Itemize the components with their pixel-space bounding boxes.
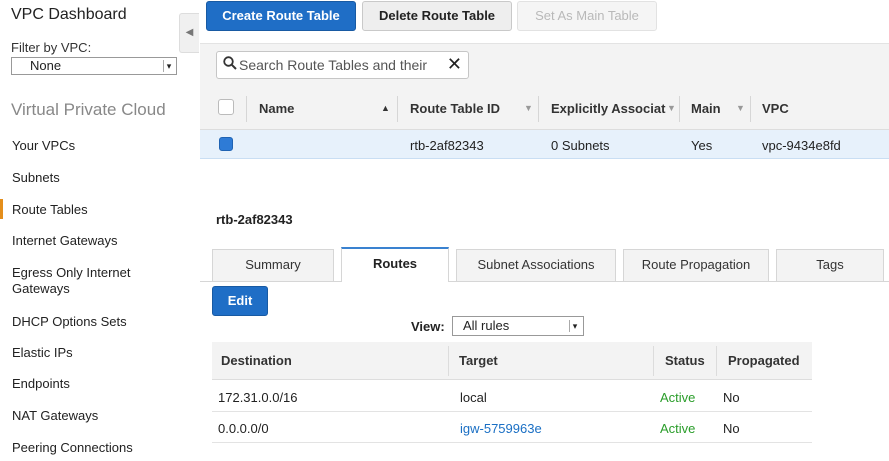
sort-ascending-icon[interactable]: ▲ <box>381 103 390 113</box>
sidebar-item-egress-only-internet-gateways[interactable]: Egress Only Internet Gateways <box>12 265 162 297</box>
column-header-destination: Destination <box>221 353 292 368</box>
tabs-baseline <box>200 281 889 282</box>
sidebar-item-internet-gateways[interactable]: Internet Gateways <box>12 233 118 248</box>
cell-main: Yes <box>691 138 713 153</box>
sidebar-item-subnets[interactable]: Subnets <box>12 170 60 185</box>
tab-summary[interactable]: Summary <box>212 249 334 281</box>
column-header-propagated: Propagated <box>728 353 800 368</box>
sidebar-item-endpoints[interactable]: Endpoints <box>12 376 70 391</box>
sidebar: VPC Dashboard Filter by VPC: None ▾ Virt… <box>0 0 200 461</box>
route-target-link[interactable]: igw-5759963e <box>460 421 542 436</box>
view-select-value: All rules <box>463 318 510 333</box>
sidebar-item-elastic-ips[interactable]: Elastic IPs <box>12 345 73 360</box>
search-input[interactable] <box>239 56 439 74</box>
column-divider <box>246 96 247 122</box>
cell-explicitly-associated: 0 Subnets <box>551 138 610 153</box>
clear-search-icon[interactable]: ✕ <box>447 54 462 75</box>
cell-route-table-id: rtb-2af82343 <box>410 138 484 153</box>
column-divider <box>538 96 539 122</box>
row-divider <box>212 411 812 412</box>
sort-icon[interactable]: ▼ <box>667 103 676 113</box>
column-header-target: Target <box>459 353 498 368</box>
column-header-route-table-id[interactable]: Route Table ID <box>410 101 500 116</box>
view-select[interactable]: All rules ▾ <box>452 316 584 336</box>
column-divider <box>750 96 751 122</box>
row-divider <box>212 442 812 443</box>
route-destination: 172.31.0.0/16 <box>218 390 298 405</box>
route-propagated: No <box>723 390 740 405</box>
select-all-checkbox[interactable] <box>218 99 234 115</box>
route-status-badge: Active <box>660 390 696 405</box>
sidebar-item-route-tables[interactable]: Route Tables <box>12 202 88 217</box>
sidebar-item-peering-connections[interactable]: Peering Connections <box>12 440 133 455</box>
routes-table-header <box>212 342 812 380</box>
column-divider <box>448 346 449 376</box>
tab-subnet-associations[interactable]: Subnet Associations <box>456 249 616 281</box>
tab-tags[interactable]: Tags <box>776 249 884 281</box>
filter-by-vpc-label: Filter by VPC: <box>11 40 92 55</box>
search-icon <box>223 56 237 75</box>
tab-route-propagation[interactable]: Route Propagation <box>623 249 769 281</box>
route-destination: 0.0.0.0/0 <box>218 421 269 436</box>
edit-button[interactable]: Edit <box>212 286 268 316</box>
sort-icon[interactable]: ▼ <box>736 103 745 113</box>
column-header-main[interactable]: Main <box>691 101 721 116</box>
sidebar-item-nat-gateways[interactable]: NAT Gateways <box>12 408 98 423</box>
chevron-down-icon: ▾ <box>163 60 174 72</box>
chevron-left-icon: ◀ <box>185 27 194 38</box>
detail-title: rtb-2af82343 <box>216 212 293 227</box>
sidebar-item-your-vpcs[interactable]: Your VPCs <box>12 138 75 153</box>
column-divider <box>653 346 654 376</box>
column-divider <box>679 96 680 122</box>
tab-routes[interactable]: Routes <box>341 247 449 282</box>
search-box[interactable]: ✕ <box>216 51 469 79</box>
row-checkbox[interactable] <box>219 137 233 151</box>
route-status-badge: Active <box>660 421 696 436</box>
set-as-main-table-button[interactable]: Set As Main Table <box>517 1 657 31</box>
column-header-name[interactable]: Name <box>259 101 294 116</box>
filter-by-vpc-select[interactable]: None ▾ <box>11 57 177 75</box>
delete-route-table-button[interactable]: Delete Route Table <box>362 1 512 31</box>
sort-icon[interactable]: ▼ <box>524 103 533 113</box>
cell-vpc: vpc-9434e8fd <box>762 138 841 153</box>
route-propagated: No <box>723 421 740 436</box>
column-header-status: Status <box>665 353 705 368</box>
sidebar-collapse-button[interactable]: ◀ <box>179 13 199 53</box>
filter-by-vpc-value: None <box>30 58 62 73</box>
route-target: local <box>460 390 487 405</box>
active-item-indicator <box>0 199 3 219</box>
chevron-down-icon: ▾ <box>569 320 580 332</box>
create-route-table-button[interactable]: Create Route Table <box>206 1 356 31</box>
view-label: View: <box>411 319 445 334</box>
sidebar-section-title: Virtual Private Cloud <box>11 100 166 119</box>
column-header-vpc[interactable]: VPC <box>762 101 789 116</box>
column-header-explicitly-associated[interactable]: Explicitly Associat <box>551 101 665 116</box>
sidebar-item-dhcp-options-sets[interactable]: DHCP Options Sets <box>12 314 127 329</box>
column-divider <box>397 96 398 122</box>
column-divider <box>716 346 717 376</box>
sidebar-title[interactable]: VPC Dashboard <box>11 6 127 24</box>
